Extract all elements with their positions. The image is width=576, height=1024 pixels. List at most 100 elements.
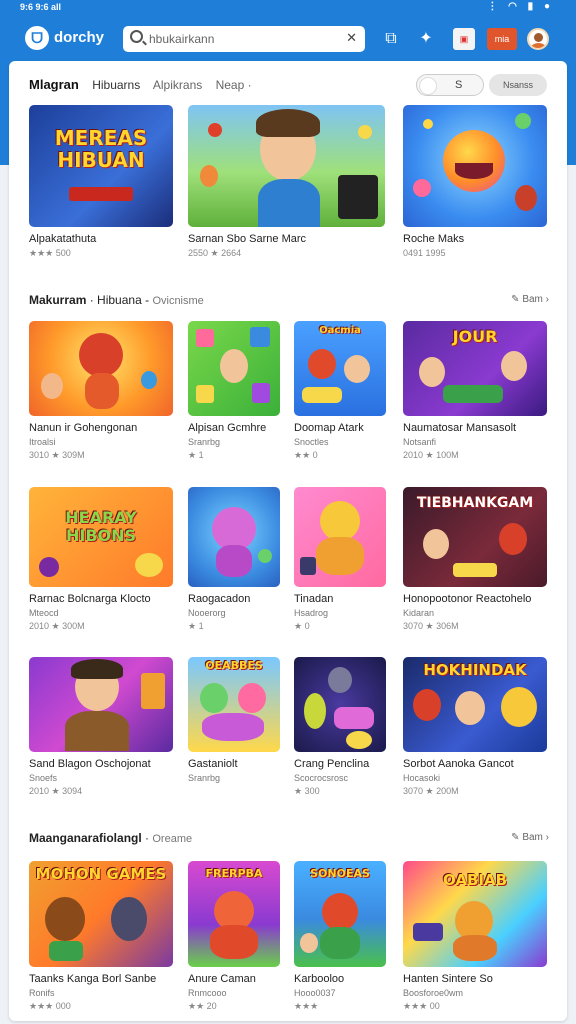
status-icons: ⋮ ◠ ▮ ● xyxy=(487,1,554,12)
notification-icon[interactable]: ✦ xyxy=(415,28,437,50)
game-developer: Ronifs xyxy=(29,988,55,998)
section-subtitle-2: Ovicnisme xyxy=(152,295,204,307)
game-rating: ★★★ xyxy=(294,1001,319,1011)
game-thumbnail: Oacmia xyxy=(294,321,386,416)
game-card[interactable]: TIEBHANKGAM Honopootonor Reactohelo Kida… xyxy=(403,487,547,632)
section-see-more-link[interactable]: ✎ Bam › xyxy=(511,294,549,305)
section-header: Makurram · Hibuana - Ovicnisme xyxy=(29,293,204,307)
game-card[interactable]: HEARAY HIBONS Rarnac Bolcnarga Klocto Mt… xyxy=(29,487,173,632)
game-rating: ★ 1 xyxy=(188,450,204,460)
game-title: Nanun ir Gohengonan xyxy=(29,422,138,434)
game-title: Honopootonor Reactohelo xyxy=(403,593,532,605)
game-thumbnail: FRERPBA xyxy=(188,861,280,967)
game-rating: ★ 300 xyxy=(294,786,320,796)
game-title: Doomap Atark xyxy=(294,422,364,434)
game-rating: 3010 ★ 309M xyxy=(29,450,85,460)
game-card[interactable]: MOHON GAMES Taanks Kanga Borl Sanbe Roni… xyxy=(29,861,173,1012)
thumbnail-title: FRERPBA xyxy=(205,867,263,880)
game-title: Tinadan xyxy=(294,593,334,605)
featured-card[interactable]: Roche Maks 0491 1995 xyxy=(403,105,547,258)
coins-badge[interactable]: mia xyxy=(487,28,517,50)
app-header: ᗜ dorchy ✕ ⧉ ✦ ▣ mia xyxy=(0,18,576,58)
section-title: Maanganarafiolangl xyxy=(29,831,142,845)
rewards-badge[interactable]: ▣ xyxy=(453,28,475,50)
game-rating: 2010 ★ 100M xyxy=(403,450,459,460)
game-thumbnail: MEREAS HIBUAN xyxy=(29,105,173,227)
game-rating: ★★★ 500 xyxy=(29,248,71,258)
tab-hibuarns[interactable]: Hibuarns xyxy=(92,78,140,92)
game-title: Sorbot Aanoka Gancot xyxy=(403,758,514,770)
game-thumbnail: TIEBHANKGAM xyxy=(403,487,547,587)
featured-card[interactable]: MEREAS HIBUAN Alpakatathuta ★★★ 500 xyxy=(29,105,173,259)
game-card[interactable]: Nanun ir Gohengonan Itroalsi 3010 ★ 309M xyxy=(29,321,173,461)
game-developer: Mteocd xyxy=(29,608,59,618)
game-title: Gastaniolt xyxy=(188,758,238,770)
game-rating: ★★★ 00 xyxy=(403,1001,440,1011)
game-title: Alpakatathuta xyxy=(29,233,97,245)
user-avatar[interactable] xyxy=(527,28,549,50)
category-tabs: Mlagran Hibuarns Alpikrans Neap · xyxy=(29,77,262,92)
game-card[interactable]: Alpisan Gcmhre Sranrbg ★ 1 xyxy=(188,321,280,461)
game-developer: Hsadrog xyxy=(294,608,329,618)
game-developer: Boosforoe0wm xyxy=(403,988,464,998)
game-thumbnail xyxy=(188,105,385,227)
game-card[interactable]: OABIAB Hanten Sintere So Boosforoe0wm ★★… xyxy=(403,861,547,1012)
game-rating: 2550 ★ 2664 xyxy=(188,248,242,258)
game-title: Taanks Kanga Borl Sanbe xyxy=(29,973,157,985)
game-card[interactable]: OEABBES Gastaniolt Sranrbg xyxy=(188,657,280,786)
game-card[interactable]: Sand Blagon Oschojonat Snoefs 2010 ★ 309… xyxy=(29,657,173,797)
search-bar[interactable]: ✕ xyxy=(123,26,365,52)
game-title: Hanten Sintere So xyxy=(403,973,493,985)
game-title: Sarnan Sbo Sarne Marc xyxy=(188,233,307,245)
toggle-knob xyxy=(419,77,437,95)
thumbnail-title: SONOEAS xyxy=(310,867,370,880)
tab-neap[interactable]: Neap · xyxy=(216,78,252,92)
game-thumbnail: HOKHINDAK xyxy=(403,657,547,752)
game-rating: ★★★ 000 xyxy=(29,1001,71,1011)
game-title: Roche Maks xyxy=(403,233,465,245)
game-thumbnail xyxy=(29,657,173,752)
edit-icon: ✎ xyxy=(511,832,523,843)
game-card[interactable]: FRERPBA Anure Caman Rnmcooo ★★ 20 xyxy=(188,861,280,1012)
game-developer: Hooo0037 xyxy=(294,988,336,998)
game-thumbnail xyxy=(294,487,386,587)
edit-icon: ✎ xyxy=(511,294,523,305)
game-rating: ★★ 20 xyxy=(188,1001,217,1011)
game-thumbnail: SONOEAS xyxy=(294,861,386,967)
section-see-more-link[interactable]: ✎ Bam › xyxy=(511,832,549,843)
game-card[interactable]: JOUR Naumatosar Mansasolt Notsanfi 2010 … xyxy=(403,321,547,461)
game-title: Rarnac Bolcnarga Klocto xyxy=(29,593,151,605)
game-thumbnail xyxy=(29,321,173,416)
game-rating: ★ 0 xyxy=(294,621,310,631)
toggle-label: S xyxy=(455,79,463,91)
section-subtitle: Hibuana xyxy=(97,293,142,307)
tab-mlagran[interactable]: Mlagran xyxy=(29,77,79,92)
game-developer: Kidaran xyxy=(403,608,435,618)
thumbnail-title: Oacmia xyxy=(319,325,361,336)
game-thumbnail: JOUR xyxy=(403,321,547,416)
game-card[interactable]: Raogacadon Nooerorg ★ 1 xyxy=(188,487,280,632)
see-more-label: Bam › xyxy=(522,294,549,305)
game-developer: Rnmcooo xyxy=(188,988,227,998)
controller-icon[interactable]: ⧉ xyxy=(380,28,402,50)
game-card[interactable]: Oacmia Doomap Atark Snoctles ★★ 0 xyxy=(294,321,386,461)
main-panel: Mlagran Hibuarns Alpikrans Neap · S Nsan… xyxy=(9,61,567,1021)
search-input[interactable] xyxy=(149,30,339,48)
game-rating: ★★ 0 xyxy=(294,450,318,460)
view-toggle[interactable]: S xyxy=(416,74,484,96)
game-card[interactable]: Tinadan Hsadrog ★ 0 xyxy=(294,487,386,632)
filter-pill[interactable]: Nsanss xyxy=(489,74,547,96)
game-card[interactable]: Crang Penclina Scocrocsrosc ★ 300 xyxy=(294,657,386,797)
game-developer: Notsanfi xyxy=(403,437,437,447)
featured-card[interactable]: Sarnan Sbo Sarne Marc 2550 ★ 2664 xyxy=(188,105,385,259)
game-thumbnail xyxy=(188,487,280,587)
game-rating: 0491 1995 xyxy=(403,248,446,258)
app-logo-icon[interactable]: ᗜ xyxy=(25,26,49,50)
clear-search-icon[interactable]: ✕ xyxy=(346,30,357,46)
game-thumbnail: OEABBES xyxy=(188,657,280,752)
tab-alpikrans[interactable]: Alpikrans xyxy=(153,78,202,92)
game-title: Raogacadon xyxy=(188,593,251,605)
game-card[interactable]: SONOEAS Karbooloo Hooo0037 ★★★ xyxy=(294,861,386,1012)
game-card[interactable]: HOKHINDAK Sorbot Aanoka Gancot Hocasoki … xyxy=(403,657,547,797)
game-developer: Snoctles xyxy=(294,437,329,447)
